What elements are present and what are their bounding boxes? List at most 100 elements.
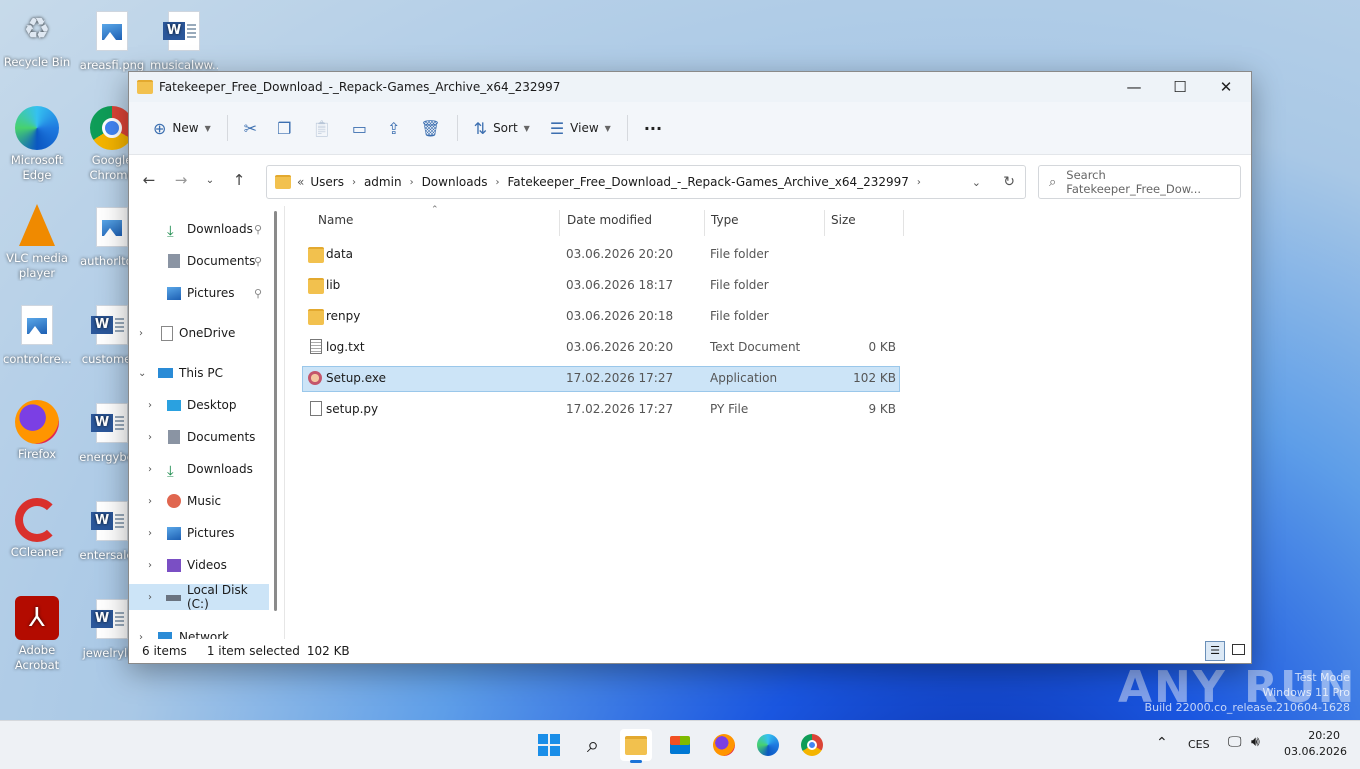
- address-dropdown-icon[interactable]: ⌄: [972, 176, 981, 189]
- store-taskbar-button[interactable]: [664, 729, 696, 761]
- chevron-right-icon[interactable]: ›: [148, 464, 152, 475]
- chevron-right-icon[interactable]: ›: [352, 177, 356, 188]
- chevron-right-icon[interactable]: ›: [917, 177, 921, 188]
- chevron-right-icon[interactable]: ›: [139, 632, 143, 640]
- search-input[interactable]: Search Fatekeeper_Free_Dow...: [1066, 168, 1240, 196]
- file-explorer-taskbar-button[interactable]: [620, 729, 652, 763]
- nav-pc-local-disk[interactable]: › Local Disk (C:): [129, 583, 269, 611]
- desktop-icon-edge[interactable]: Microsoft Edge: [3, 106, 71, 183]
- breadcrumb-current-folder[interactable]: Fatekeeper_Free_Download_-_Repack-Games_…: [507, 175, 908, 189]
- desktop-icon-vlc[interactable]: VLC media player: [3, 204, 71, 281]
- column-header-date[interactable]: Date modified: [567, 213, 652, 233]
- language-indicator[interactable]: CES: [1188, 738, 1210, 751]
- close-button[interactable]: ✕: [1203, 72, 1249, 102]
- chevron-right-icon[interactable]: ›: [495, 177, 499, 188]
- desktop-icon-controlcre[interactable]: controlcre...: [3, 302, 71, 367]
- share-button[interactable]: ⇪: [377, 111, 410, 145]
- pin-icon[interactable]: ⚲: [254, 287, 262, 300]
- chevron-right-icon[interactable]: ›: [148, 496, 152, 507]
- column-divider[interactable]: [824, 210, 825, 236]
- desktop-icon-areasfi[interactable]: areasfi.png: [78, 8, 146, 73]
- nav-quick-documents[interactable]: Documents ⚲: [129, 248, 269, 274]
- chevron-up-icon[interactable]: ⌃: [1156, 735, 1168, 751]
- column-header-name[interactable]: Name: [318, 213, 353, 233]
- column-divider[interactable]: [704, 210, 705, 236]
- column-header-size[interactable]: Size: [831, 213, 856, 233]
- desktop-icon-acrobat[interactable]: ⅄ Adobe Acrobat: [3, 596, 71, 673]
- up-button[interactable]: ↑: [223, 171, 255, 189]
- desktop-icon-recycle-bin[interactable]: ♻ Recycle Bin: [3, 8, 71, 70]
- desktop-icon-firefox[interactable]: Firefox: [3, 400, 71, 462]
- address-bar[interactable]: « Users › admin › Downloads › Fatekeeper_Fr…: [266, 165, 1026, 199]
- navpane-scrollbar[interactable]: [274, 211, 277, 611]
- desktop-icon-ccleaner[interactable]: CCleaner: [3, 498, 71, 560]
- nav-pc-downloads[interactable]: › ⤓ Downloads: [129, 456, 269, 482]
- column-header-type[interactable]: Type: [711, 213, 739, 233]
- paste-button[interactable]: 📋︎: [302, 111, 342, 145]
- refresh-icon[interactable]: ↻: [1003, 174, 1015, 190]
- chevron-right-icon[interactable]: ›: [148, 560, 152, 571]
- breadcrumb-downloads[interactable]: Downloads: [422, 175, 488, 189]
- chevron-down-icon[interactable]: ⌄: [138, 368, 146, 379]
- breadcrumb-users[interactable]: Users: [310, 175, 344, 189]
- nav-pc-documents[interactable]: › Documents: [129, 424, 269, 450]
- chevron-right-icon[interactable]: ›: [410, 177, 414, 188]
- chevron-right-icon[interactable]: ›: [148, 400, 152, 411]
- nav-network[interactable]: › Network: [129, 624, 269, 639]
- new-button[interactable]: ⊕ New ▼: [143, 111, 221, 145]
- file-row-selected[interactable]: Setup.exe 17.02.2026 17:27 Application 1…: [302, 366, 900, 392]
- volume-icon[interactable]: 🔊︎: [1251, 734, 1260, 750]
- file-row[interactable]: log.txt 03.06.2026 20:20 Text Document 0…: [302, 335, 900, 360]
- view-button[interactable]: ☰ View ▼: [540, 111, 621, 145]
- cut-button[interactable]: ✂: [234, 111, 267, 145]
- maximize-button[interactable]: ☐: [1157, 72, 1203, 102]
- file-row[interactable]: renpy 03.06.2026 20:18 File folder: [302, 304, 900, 329]
- nav-pc-music[interactable]: › Music: [129, 488, 269, 514]
- title-bar[interactable]: Fatekeeper_Free_Download_-_Repack-Games_…: [129, 72, 1251, 102]
- paste-icon: 📋︎: [311, 118, 332, 138]
- more-options-button[interactable]: ···: [634, 111, 672, 145]
- file-row[interactable]: setup.py 17.02.2026 17:27 PY File 9 KB: [302, 397, 900, 422]
- chevron-right-icon[interactable]: ›: [148, 592, 152, 603]
- sort-button[interactable]: ⇅ Sort ▼: [464, 111, 540, 145]
- pin-icon[interactable]: ⚲: [254, 223, 262, 236]
- chevron-right-icon[interactable]: ›: [148, 528, 152, 539]
- tiles-view-icon[interactable]: [1232, 644, 1245, 655]
- minimize-button[interactable]: —: [1111, 72, 1157, 102]
- search-box[interactable]: ⌕ Search Fatekeeper_Free_Dow...: [1038, 165, 1241, 199]
- edge-taskbar-button[interactable]: [752, 729, 784, 761]
- chevron-right-icon[interactable]: ›: [139, 328, 143, 339]
- back-button[interactable]: ←: [133, 171, 165, 189]
- column-divider[interactable]: [903, 210, 904, 236]
- details-view-icon[interactable]: ☰: [1205, 641, 1225, 661]
- nav-quick-downloads[interactable]: ⤓ Downloads ⚲: [129, 216, 269, 242]
- copy-button[interactable]: ❐: [267, 111, 301, 145]
- nav-onedrive[interactable]: › OneDrive: [129, 320, 269, 346]
- breadcrumb-overflow[interactable]: «: [297, 175, 304, 189]
- folder-icon: [137, 80, 153, 94]
- delete-button[interactable]: 🗑︎: [410, 111, 450, 145]
- search-taskbar-button[interactable]: ⌕: [577, 729, 609, 761]
- nav-quick-pictures[interactable]: Pictures ⚲: [129, 280, 269, 306]
- breadcrumb-admin[interactable]: admin: [364, 175, 402, 189]
- network-icon[interactable]: 🖵︎: [1228, 734, 1242, 750]
- clock[interactable]: 20:20 03.06.2026: [1284, 728, 1347, 760]
- chevron-right-icon[interactable]: ›: [148, 432, 152, 443]
- forward-button[interactable]: →: [165, 171, 197, 189]
- start-button[interactable]: [533, 729, 565, 761]
- file-date: 03.06.2026 20:20: [566, 247, 674, 261]
- firefox-taskbar-button[interactable]: [708, 729, 740, 761]
- nav-this-pc[interactable]: ⌄ This PC: [129, 360, 269, 386]
- recent-locations-button[interactable]: ⌄: [197, 175, 223, 186]
- pin-icon[interactable]: ⚲: [254, 255, 262, 268]
- chrome-taskbar-button[interactable]: [796, 729, 828, 761]
- column-divider[interactable]: [559, 210, 560, 236]
- rename-button[interactable]: ▭: [342, 111, 377, 145]
- nav-pc-desktop[interactable]: › Desktop: [129, 392, 269, 418]
- desktop-icon-musicalww[interactable]: musicalww...: [150, 8, 218, 73]
- file-row[interactable]: data 03.06.2026 20:20 File folder: [302, 242, 900, 267]
- file-row[interactable]: lib 03.06.2026 18:17 File folder: [302, 273, 900, 298]
- firefox-icon: [713, 734, 735, 756]
- nav-pc-videos[interactable]: › Videos: [129, 552, 269, 578]
- nav-pc-pictures[interactable]: › Pictures: [129, 520, 269, 546]
